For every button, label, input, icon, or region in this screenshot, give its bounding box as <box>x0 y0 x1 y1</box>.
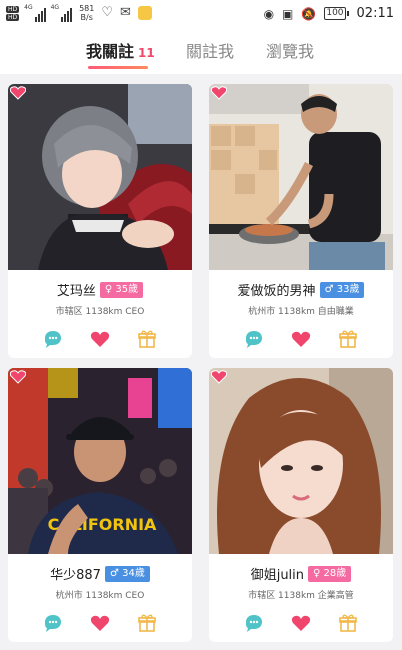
nfc-icon: ▣ <box>282 6 294 21</box>
user-name: 艾玛丝 <box>56 284 96 299</box>
tab-followers[interactable]: 關註我 <box>186 38 234 62</box>
heartbeat-icon: ♡ <box>101 5 114 20</box>
user-name: 爱做饭的男神 <box>237 284 316 299</box>
chat-icon[interactable] <box>243 328 265 350</box>
gender-age-badge: ♂ 33歲 <box>319 281 365 298</box>
gender-age-badge: ♀ 28歲 <box>308 565 352 582</box>
chat-icon[interactable] <box>42 328 64 350</box>
user-card[interactable]: 御姐julin ♀ 28歲 市辖区 1138km 企業高管 <box>209 368 393 642</box>
gift-icon[interactable] <box>337 612 359 634</box>
hd-indicator: HD HD <box>6 5 20 21</box>
eye-icon: ◉ <box>263 6 275 21</box>
user-card[interactable]: CALIFORNIA 华少887 ♂ 34歲 杭州市 1138km CEO <box>8 368 192 642</box>
battery-icon: 100 <box>324 7 349 20</box>
gift-icon[interactable] <box>136 612 158 634</box>
favorite-badge-icon <box>10 86 26 100</box>
gender-age-badge: ♂ 34歲 <box>104 565 150 582</box>
chat-icon[interactable] <box>243 612 265 634</box>
network-speed: 581 B/s <box>79 4 95 22</box>
gender-age-badge: ♀ 35歲 <box>99 281 144 298</box>
chat-icon[interactable] <box>42 612 64 634</box>
user-photo[interactable]: CALIFORNIA <box>8 368 192 554</box>
user-meta: 市辖区 1138km 企業高管 <box>248 591 354 601</box>
favorite-badge-icon <box>211 370 227 384</box>
heart-icon[interactable] <box>89 328 111 350</box>
status-bar: HD HD 4G 4G 581 B/s ♡ ✉ ◉ ▣ 🔕 100 02:11 <box>0 0 402 30</box>
follow-count: 11 <box>138 46 155 60</box>
app-notification-icon <box>137 6 152 20</box>
wechat-icon: ✉ <box>120 5 131 20</box>
user-photo[interactable] <box>8 84 192 270</box>
active-tab-indicator <box>88 66 148 69</box>
user-card[interactable]: 艾玛丝 ♀ 35歲 市辖区 1138km CEO <box>8 84 192 358</box>
heart-icon[interactable] <box>290 328 312 350</box>
female-icon: ♀ <box>313 567 324 579</box>
male-icon: ♂ <box>109 567 123 579</box>
user-photo[interactable] <box>209 368 393 554</box>
user-meta: 杭州市 1138km CEO <box>55 591 145 601</box>
user-name: 御姐julin <box>250 568 305 583</box>
gift-icon[interactable] <box>337 328 359 350</box>
signal-icon-1: 4G <box>24 4 46 22</box>
mute-icon: 🔕 <box>301 6 317 21</box>
clock: 02:11 <box>356 6 394 21</box>
user-photo[interactable] <box>209 84 393 270</box>
user-meta: 市辖区 1138km CEO <box>55 307 145 317</box>
tab-visitors[interactable]: 瀏覽我 <box>266 38 314 62</box>
favorite-badge-icon <box>211 86 227 100</box>
tab-bar: 我關註 11 關註我 瀏覽我 <box>0 30 402 74</box>
heart-icon[interactable] <box>290 612 312 634</box>
male-icon: ♂ <box>324 283 337 295</box>
user-meta: 杭州市 1138km 自由職業 <box>248 307 354 317</box>
tab-my-follows[interactable]: 我關註 11 <box>86 38 155 62</box>
favorite-badge-icon <box>10 370 26 384</box>
user-name: 华少887 <box>50 568 101 583</box>
female-icon: ♀ <box>104 283 116 295</box>
user-card[interactable]: 爱做饭的男神 ♂ 33歲 杭州市 1138km 自由職業 <box>209 84 393 358</box>
gift-icon[interactable] <box>136 328 158 350</box>
signal-icon-2: 4G <box>51 4 73 22</box>
heart-icon[interactable] <box>89 612 111 634</box>
